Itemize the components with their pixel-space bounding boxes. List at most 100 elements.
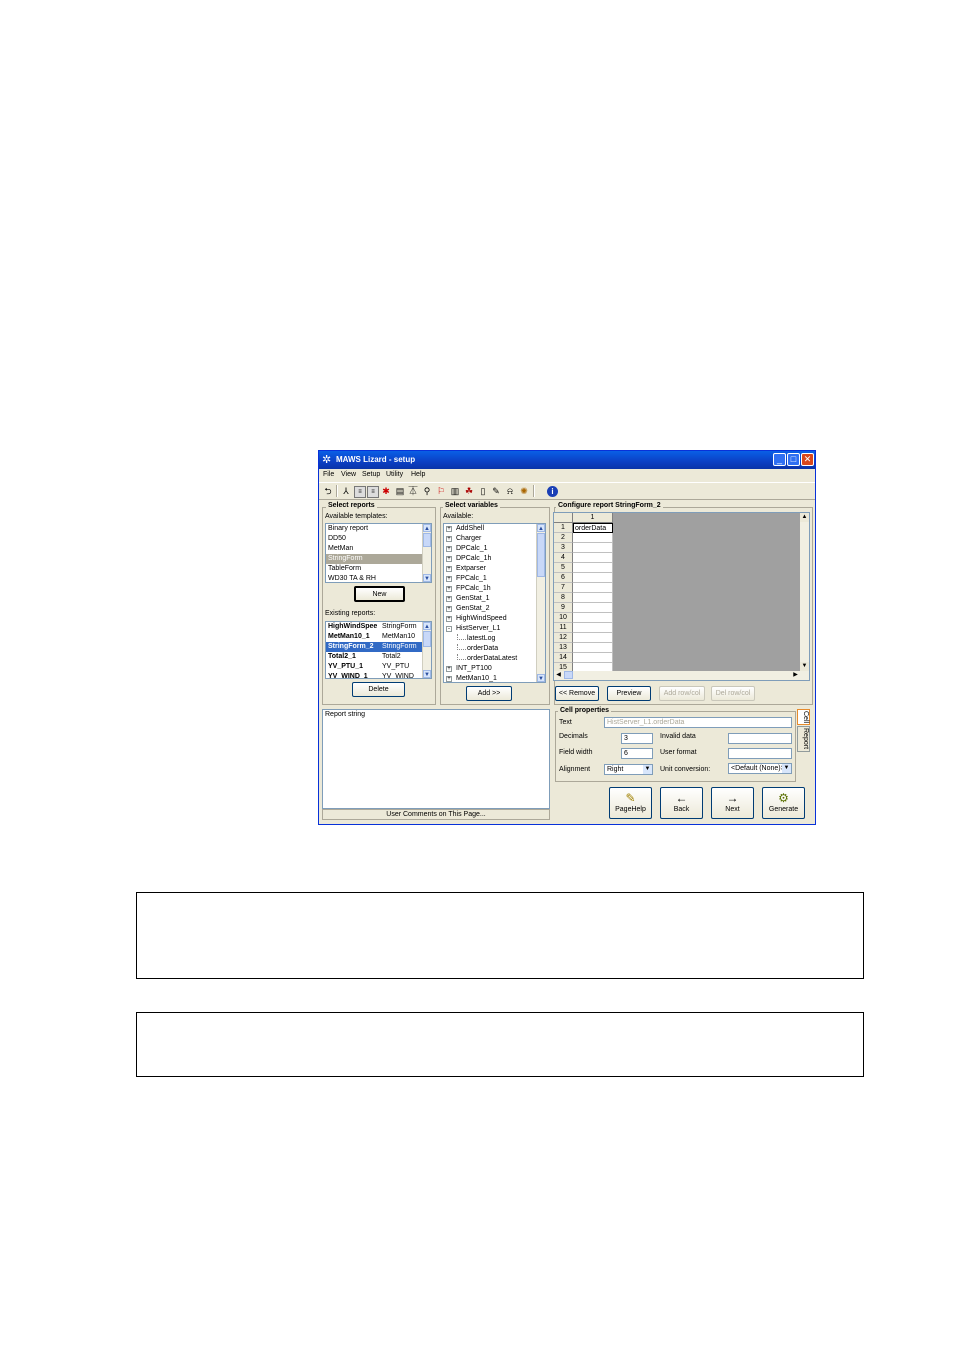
preview-button[interactable]: Preview: [607, 686, 651, 701]
add-variable-button[interactable]: Add >>: [466, 686, 512, 701]
grid-cell[interactable]: [573, 633, 613, 643]
row-header[interactable]: 4: [554, 553, 573, 563]
page-icon[interactable]: ▯: [478, 486, 488, 496]
expand-icon[interactable]: +: [446, 546, 452, 552]
flag-icon[interactable]: ⚐: [436, 486, 446, 496]
tree-item[interactable]: orderDataLatest: [444, 654, 545, 664]
list-item[interactable]: DD50: [326, 534, 431, 544]
text-field[interactable]: HistServer_L1.orderData: [604, 717, 792, 728]
scroll-up-icon[interactable]: ▲: [537, 524, 545, 532]
report-grid[interactable]: 1 1 orderData 2 3 4 5 6 7 8 9 10 11 12 13 14 15 ▲ ▼ ◀ ▶: [553, 512, 810, 681]
scroll-right-icon[interactable]: ▶: [791, 671, 800, 680]
list-item[interactable]: Binary report: [326, 524, 431, 534]
tower-icon[interactable]: ⏄: [408, 486, 418, 496]
grid-cell[interactable]: orderData: [573, 523, 613, 533]
list-item[interactable]: MetMan10_1 MetMan10: [326, 632, 431, 642]
grid-cell[interactable]: [573, 653, 613, 663]
tab-cell[interactable]: Cell: [797, 709, 810, 725]
wind-icon[interactable]: ⚲: [422, 486, 432, 496]
expand-icon[interactable]: +: [446, 676, 452, 682]
field-width-field[interactable]: 6: [621, 748, 653, 759]
tree-item[interactable]: - HistServer_L1: [444, 624, 545, 634]
expand-icon[interactable]: +: [446, 566, 452, 572]
scroll-down-icon[interactable]: ▼: [537, 674, 545, 682]
back-button[interactable]: ← Back: [660, 787, 703, 819]
tab-report[interactable]: Report: [797, 726, 810, 752]
tree-item[interactable]: latestLog: [444, 634, 545, 644]
undo-icon[interactable]: ⮌: [323, 486, 333, 496]
scroll-left-icon[interactable]: ◀: [554, 671, 563, 680]
grid-vscrollbar[interactable]: ▲ ▼: [800, 513, 809, 671]
templates-scrollbar[interactable]: ▲ ▼: [422, 524, 431, 582]
templates-list[interactable]: Binary report DD50 MetMan StringForm Tab…: [325, 523, 432, 583]
scroll-up-icon[interactable]: ▲: [423, 524, 431, 532]
column-header[interactable]: 1: [573, 513, 613, 523]
grid-cell[interactable]: [573, 583, 613, 593]
tree-item[interactable]: + DPCalc_1h: [444, 554, 545, 564]
chart-icon[interactable]: ☘: [464, 486, 474, 496]
tree-item[interactable]: + GenStat_2: [444, 604, 545, 614]
gear-icon[interactable]: ✺: [519, 486, 529, 496]
user-format-field[interactable]: [728, 748, 792, 759]
list-item[interactable]: MetMan: [326, 544, 431, 554]
decimals-field[interactable]: 3: [621, 733, 653, 744]
menu-utility[interactable]: Utility: [386, 471, 403, 478]
expand-icon[interactable]: +: [446, 576, 452, 582]
expand-icon[interactable]: +: [446, 586, 452, 592]
variables-scrollbar[interactable]: ▲ ▼: [536, 524, 545, 682]
expand-icon[interactable]: +: [446, 616, 452, 622]
row-header[interactable]: 6: [554, 573, 573, 583]
list-item[interactable]: StringForm_2 StringForm: [326, 642, 431, 652]
list-item[interactable]: HighWindSpee StringForm: [326, 622, 431, 632]
menu-file[interactable]: File: [323, 471, 334, 478]
chevron-down-icon[interactable]: ▼: [782, 764, 791, 773]
row-header[interactable]: 1: [554, 523, 573, 533]
expand-icon[interactable]: +: [446, 606, 452, 612]
tools-icon[interactable]: ✎: [491, 486, 501, 496]
grid-cell[interactable]: [573, 613, 613, 623]
scroll-down-icon[interactable]: ▼: [423, 574, 431, 582]
grid-cell[interactable]: [573, 563, 613, 573]
tree-item[interactable]: + AddShell: [444, 524, 545, 534]
row-header[interactable]: 12: [554, 633, 573, 643]
comments-box[interactable]: Report string: [322, 709, 550, 809]
pagehelp-button[interactable]: ✎ PageHelp: [609, 787, 652, 819]
scroll-thumb[interactable]: [537, 533, 545, 577]
existing-reports-list[interactable]: HighWindSpee StringForm MetMan10_1 MetMan10…: [325, 621, 432, 679]
grid-cell[interactable]: [573, 553, 613, 563]
menu-setup[interactable]: Setup: [362, 471, 380, 478]
tree-item[interactable]: + FPCalc_1h: [444, 584, 545, 594]
scroll-thumb[interactable]: [564, 671, 573, 679]
unit-conversion-select[interactable]: <Default (None)> ▼: [728, 763, 792, 774]
delete-report-button[interactable]: Delete: [352, 682, 405, 697]
grid-hscrollbar[interactable]: ◀ ▶: [554, 671, 809, 680]
row-header[interactable]: 10: [554, 613, 573, 623]
grid-cell[interactable]: [573, 643, 613, 653]
grid-cell[interactable]: [573, 593, 613, 603]
sei2-icon[interactable]: ≡: [367, 486, 379, 498]
sei-icon[interactable]: ≡: [354, 486, 366, 498]
grid-cell[interactable]: [573, 623, 613, 633]
sensor-icon[interactable]: ✱: [381, 486, 391, 496]
variables-tree[interactable]: + AddShell + Charger + DPCalc_1 + DPCalc_1h + Ext…: [443, 523, 546, 683]
scroll-up-icon[interactable]: ▲: [800, 513, 809, 522]
grid-cell[interactable]: [573, 603, 613, 613]
list-item[interactable]: YV_PTU_1 YV_PTU: [326, 662, 431, 672]
expand-icon[interactable]: +: [446, 556, 452, 562]
row-header[interactable]: 14: [554, 653, 573, 663]
list-item-selected[interactable]: StringForm: [326, 554, 431, 564]
tree-item[interactable]: + Charger: [444, 534, 545, 544]
generate-button[interactable]: ⚙ Generate: [762, 787, 805, 819]
list-item[interactable]: YV_WIND_1 YV_WIND: [326, 672, 431, 678]
scroll-down-icon[interactable]: ▼: [423, 670, 431, 678]
maximize-button[interactable]: □: [787, 453, 800, 466]
user-comments-button[interactable]: User Comments on This Page...: [322, 809, 550, 820]
expand-icon[interactable]: +: [446, 536, 452, 542]
row-header[interactable]: 5: [554, 563, 573, 573]
new-report-button[interactable]: New: [354, 586, 405, 602]
scroll-thumb[interactable]: [423, 631, 431, 647]
invalid-data-field[interactable]: [728, 733, 792, 744]
add-rowcol-button[interactable]: Add row/col: [659, 686, 705, 701]
expand-icon[interactable]: +: [446, 666, 452, 672]
tree-item[interactable]: + Extparser: [444, 564, 545, 574]
